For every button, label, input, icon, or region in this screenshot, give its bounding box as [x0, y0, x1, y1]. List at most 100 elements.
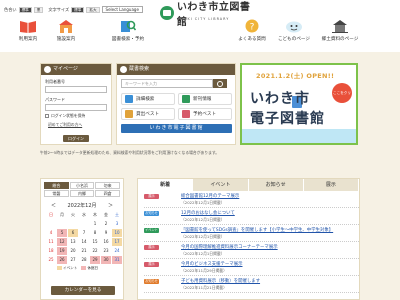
- first-time-link[interactable]: 初めてご利用の方へ: [48, 122, 111, 128]
- calendar-day[interactable]: 28: [79, 256, 89, 264]
- news-title-link[interactable]: 「図書館を使ってSDGs調査」を開催します【小学生〜中学生、中学生対象】: [181, 227, 333, 233]
- search-input[interactable]: キーワードを入力: [121, 79, 213, 88]
- calendar-day[interactable]: 10: [112, 229, 122, 237]
- reserve-best-icon: [182, 110, 190, 118]
- calendar-day[interactable]: 12: [57, 238, 67, 246]
- nav-faq[interactable]: ? よくある質問: [232, 18, 272, 42]
- color-label: 色合い: [4, 6, 17, 12]
- reserve-ranking-link[interactable]: 予約ベスト: [178, 108, 232, 120]
- calendar-month: 2022年12月: [67, 203, 97, 209]
- branch-tab[interactable]: 勿来: [95, 182, 120, 189]
- calendar-day[interactable]: 16: [101, 238, 111, 246]
- color-standard-button[interactable]: 標準: [18, 6, 32, 13]
- calendar-day[interactable]: 21: [79, 247, 89, 255]
- font-large-button[interactable]: 拡大: [86, 6, 100, 13]
- calendar-day[interactable]: 19: [57, 247, 67, 255]
- calendar-day[interactable]: 17: [112, 238, 122, 246]
- nav-search[interactable]: 図書検索・予約: [108, 18, 148, 42]
- tab-new[interactable]: 新着: [138, 179, 194, 191]
- font-standard-button[interactable]: 標準: [71, 6, 85, 13]
- remember-checkbox[interactable]: ログイン状態を保持: [45, 113, 111, 119]
- calendar-day[interactable]: 13: [68, 238, 78, 246]
- e-library-banner[interactable]: 2021.1.2(土) OPEN!! いわき市 電子図書館 ここをクリック!: [240, 63, 358, 145]
- news-title-link[interactable]: 子ども用資料展示（移動）を開催します: [181, 278, 260, 284]
- user-icon: [44, 66, 51, 73]
- nav-label: 図書検索・予約: [111, 37, 145, 42]
- calendar-day[interactable]: 8: [90, 229, 100, 237]
- banner-line2: 電子図書館: [250, 111, 325, 127]
- calendar-day[interactable]: 30: [101, 256, 111, 264]
- calendar-day[interactable]: 22: [90, 247, 100, 255]
- next-month-button[interactable]: ＞: [108, 202, 113, 209]
- calendar-day[interactable]: 2: [101, 220, 111, 228]
- legend-event: イベント: [57, 266, 77, 271]
- calendar-day[interactable]: 24: [112, 247, 122, 255]
- branch-tab[interactable]: 総合: [44, 182, 69, 189]
- calendar-day[interactable]: 18: [46, 247, 56, 255]
- calendar-day[interactable]: 31: [112, 256, 122, 264]
- news-title-link[interactable]: 今月のビジネス支援テーマ展示: [181, 261, 242, 267]
- user-id-input[interactable]: [45, 86, 107, 93]
- news-tabs: 新着 イベント お知らせ 展示: [138, 179, 359, 191]
- search-button[interactable]: [213, 79, 227, 88]
- nav-label: こどものページ: [277, 37, 311, 42]
- local-history-icon: [331, 18, 349, 34]
- weekday-label: 火: [71, 212, 75, 217]
- advanced-search-link[interactable]: 詳細検索: [121, 93, 175, 105]
- calendar-day[interactable]: 20: [68, 247, 78, 255]
- calendar-day[interactable]: 29: [90, 256, 100, 264]
- new-book-icon: [182, 95, 190, 103]
- link-label: 貸出ベスト: [136, 112, 160, 117]
- checkbox-icon: [45, 114, 49, 118]
- user-id-label: 利用者番号: [45, 79, 65, 84]
- banner-line1: いわき市: [250, 91, 310, 107]
- calendar-day[interactable]: 3: [112, 220, 122, 228]
- login-button[interactable]: ログイン: [63, 135, 89, 142]
- loan-ranking-link[interactable]: 貸出ベスト: [121, 108, 175, 120]
- search-title-text: 蔵書検索: [129, 66, 150, 72]
- logo-subtitle: IWAKI CITY LIBRARY: [178, 17, 230, 21]
- calendar-day[interactable]: 4: [46, 229, 56, 237]
- calendar-day[interactable]: 23: [101, 247, 111, 255]
- color-black-button[interactable]: 黒: [33, 6, 44, 13]
- calendar-day[interactable]: 1: [90, 220, 100, 228]
- tab-events[interactable]: イベント: [193, 179, 249, 191]
- search-detail-icon: [125, 95, 133, 103]
- e-library-link-banner[interactable]: いわき市電子図書館: [121, 124, 232, 133]
- password-input[interactable]: [45, 104, 107, 111]
- calendar-day[interactable]: 26: [57, 256, 67, 264]
- nav-label: 利用案内: [18, 37, 38, 42]
- view-calendar-button[interactable]: カレンダーを見る: [51, 286, 115, 295]
- nav-kids[interactable]: こどものページ: [274, 18, 314, 42]
- news-title-link[interactable]: 今月の国際理解推進資料展示コーナーテーマ展示: [181, 244, 278, 250]
- news-title-link[interactable]: 総合図書館12月のテーマ展示: [181, 193, 239, 199]
- branch-tab[interactable]: 小名浜: [69, 182, 95, 189]
- banner-date: 2021.1.2(土) OPEN!!: [256, 72, 335, 80]
- nav-facility[interactable]: 施設案内: [46, 18, 86, 42]
- tab-notices[interactable]: お知らせ: [248, 179, 304, 191]
- news-title-link[interactable]: 12月のおはなし会について: [181, 210, 235, 216]
- category-badge: 展示: [144, 194, 159, 199]
- tab-exhibits[interactable]: 展示: [303, 179, 359, 191]
- category-badge: お知らせ: [144, 279, 159, 284]
- branch-tab[interactable]: 四倉: [95, 190, 120, 197]
- calendar-day[interactable]: 14: [79, 238, 89, 246]
- mypage-title: マイページ: [41, 64, 111, 75]
- calendar-day[interactable]: 11: [46, 238, 56, 246]
- calendar-day[interactable]: 6: [68, 229, 78, 237]
- branch-tab[interactable]: 常磐: [44, 190, 69, 197]
- branch-tab[interactable]: 内郷: [69, 190, 95, 197]
- language-select[interactable]: Select Language: [101, 6, 143, 13]
- link-label: 新刊情報: [193, 97, 212, 102]
- nav-local-history[interactable]: 郷土資料のページ: [320, 18, 360, 42]
- calendar-day[interactable]: 5: [57, 229, 67, 237]
- calendar-day[interactable]: 9: [101, 229, 111, 237]
- calendar-day[interactable]: 7: [79, 229, 89, 237]
- calendar-day[interactable]: 15: [90, 238, 100, 246]
- calendar-header: ＜ 2022年12月 ＞: [41, 200, 123, 211]
- calendar-day[interactable]: 27: [68, 256, 78, 264]
- calendar-day[interactable]: 25: [46, 256, 56, 264]
- prev-month-button[interactable]: ＜: [51, 202, 56, 209]
- nav-guide[interactable]: 利用案内: [8, 18, 48, 42]
- new-arrivals-link[interactable]: 新刊情報: [178, 93, 232, 105]
